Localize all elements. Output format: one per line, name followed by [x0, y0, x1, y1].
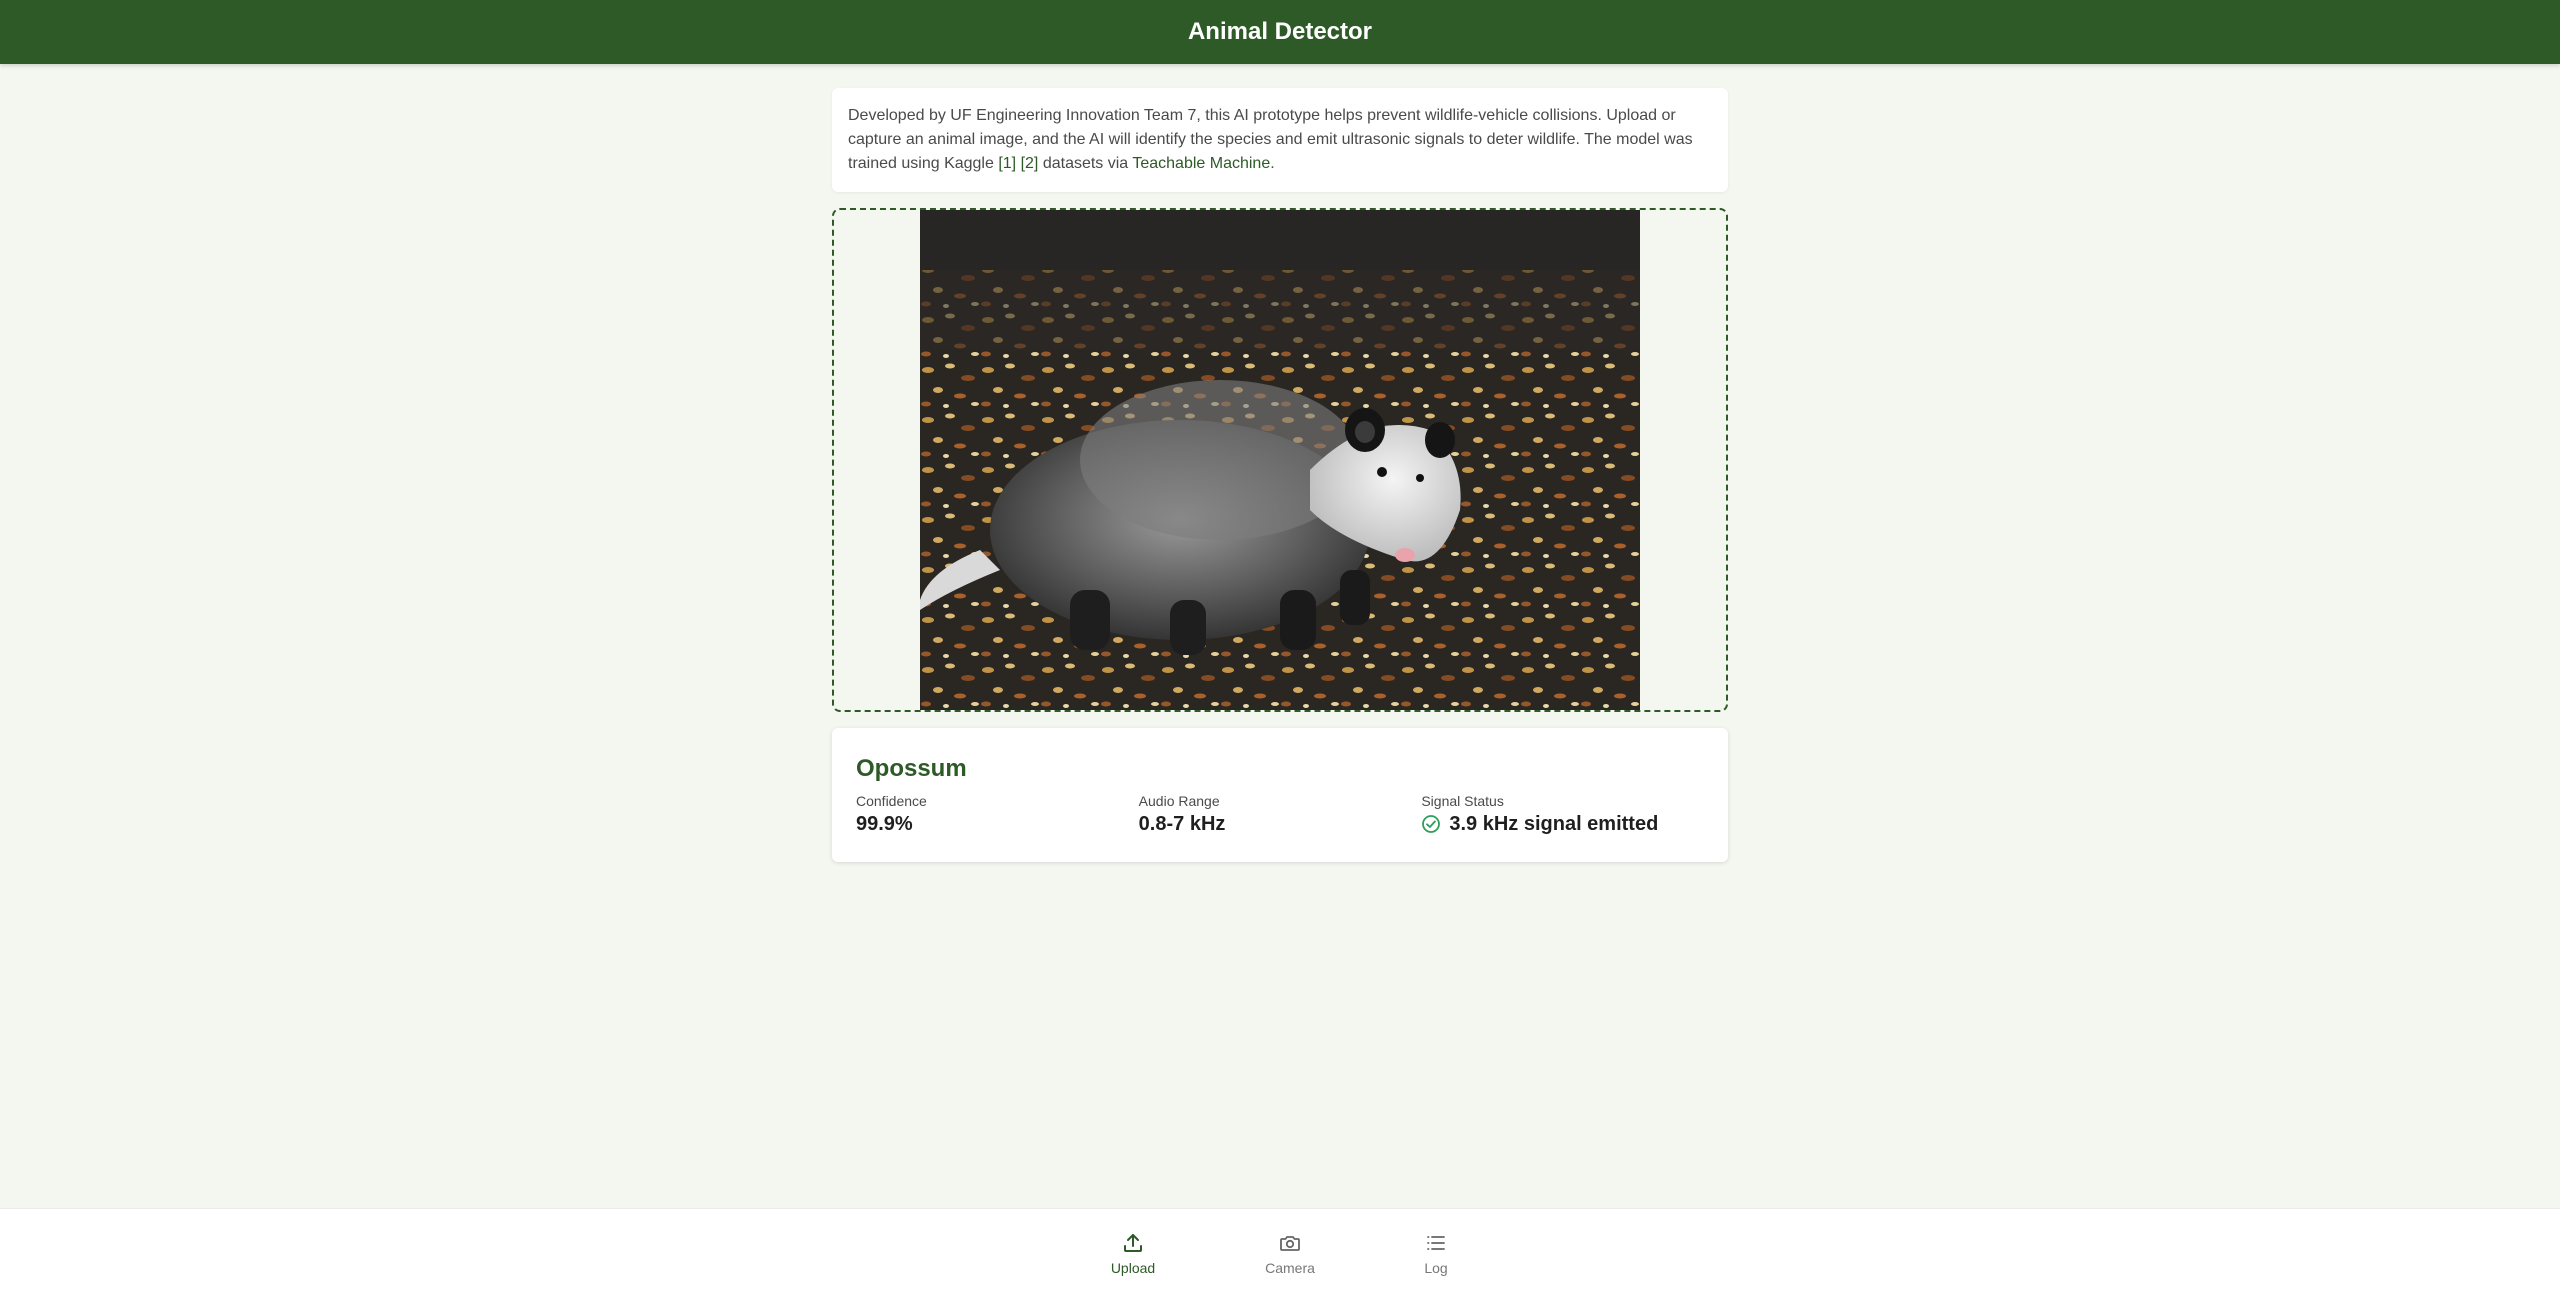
- signal-status: 3.9 kHz signal emitted: [1421, 810, 1704, 838]
- kaggle-link-2[interactable]: [2]: [1021, 155, 1039, 172]
- audio-range-metric: Audio Range 0.8-7 kHz: [1139, 792, 1422, 838]
- bottom-nav: Upload Camera Log: [0, 1208, 2560, 1306]
- check-circle-icon: [1422, 815, 1441, 833]
- signal-status-value: 3.9 kHz signal emitted: [1449, 813, 1659, 835]
- metrics-row: Confidence 99.9% Audio Range 0.8-7 kHz S…: [856, 792, 1704, 838]
- confidence-value: 99.9%: [856, 813, 913, 835]
- nav-log[interactable]: Log: [1386, 1231, 1486, 1277]
- confidence-metric: Confidence 99.9%: [856, 792, 1139, 838]
- nav-upload-label: Upload: [1110, 1260, 1156, 1276]
- teachable-machine-link[interactable]: Teachable Machine: [1132, 155, 1270, 172]
- info-text-2: datasets via: [1038, 155, 1133, 172]
- app-title: Animal Detector: [1187, 18, 1373, 45]
- app-header: Animal Detector: [0, 0, 2560, 64]
- nav-log-label: Log: [1424, 1260, 1448, 1276]
- info-card: Developed by UF Engineering Innovation T…: [832, 88, 1728, 192]
- audio-range-value: 0.8-7 kHz: [1138, 813, 1226, 835]
- list-icon: [1427, 1236, 1445, 1250]
- kaggle-link-1[interactable]: [1]: [998, 155, 1016, 172]
- uploaded-animal-image: [920, 210, 1640, 710]
- signal-status-label: Signal Status: [1421, 793, 1504, 809]
- nav-camera[interactable]: Camera: [1240, 1231, 1340, 1277]
- audio-range-label: Audio Range: [1138, 793, 1220, 809]
- upload-icon: [1124, 1234, 1142, 1252]
- signal-status-metric: Signal Status 3.9 kHz signal emitted: [1421, 792, 1704, 838]
- confidence-label: Confidence: [856, 793, 927, 809]
- image-drop-zone[interactable]: [832, 208, 1728, 712]
- species-name: Opossum: [856, 755, 967, 782]
- info-text-3: .: [1270, 155, 1275, 172]
- camera-icon: [1280, 1236, 1300, 1251]
- nav-upload[interactable]: Upload: [1083, 1231, 1183, 1277]
- nav-camera-label: Camera: [1265, 1260, 1315, 1276]
- result-card: Opossum Confidence 99.9% Audio Range 0.8…: [832, 728, 1728, 862]
